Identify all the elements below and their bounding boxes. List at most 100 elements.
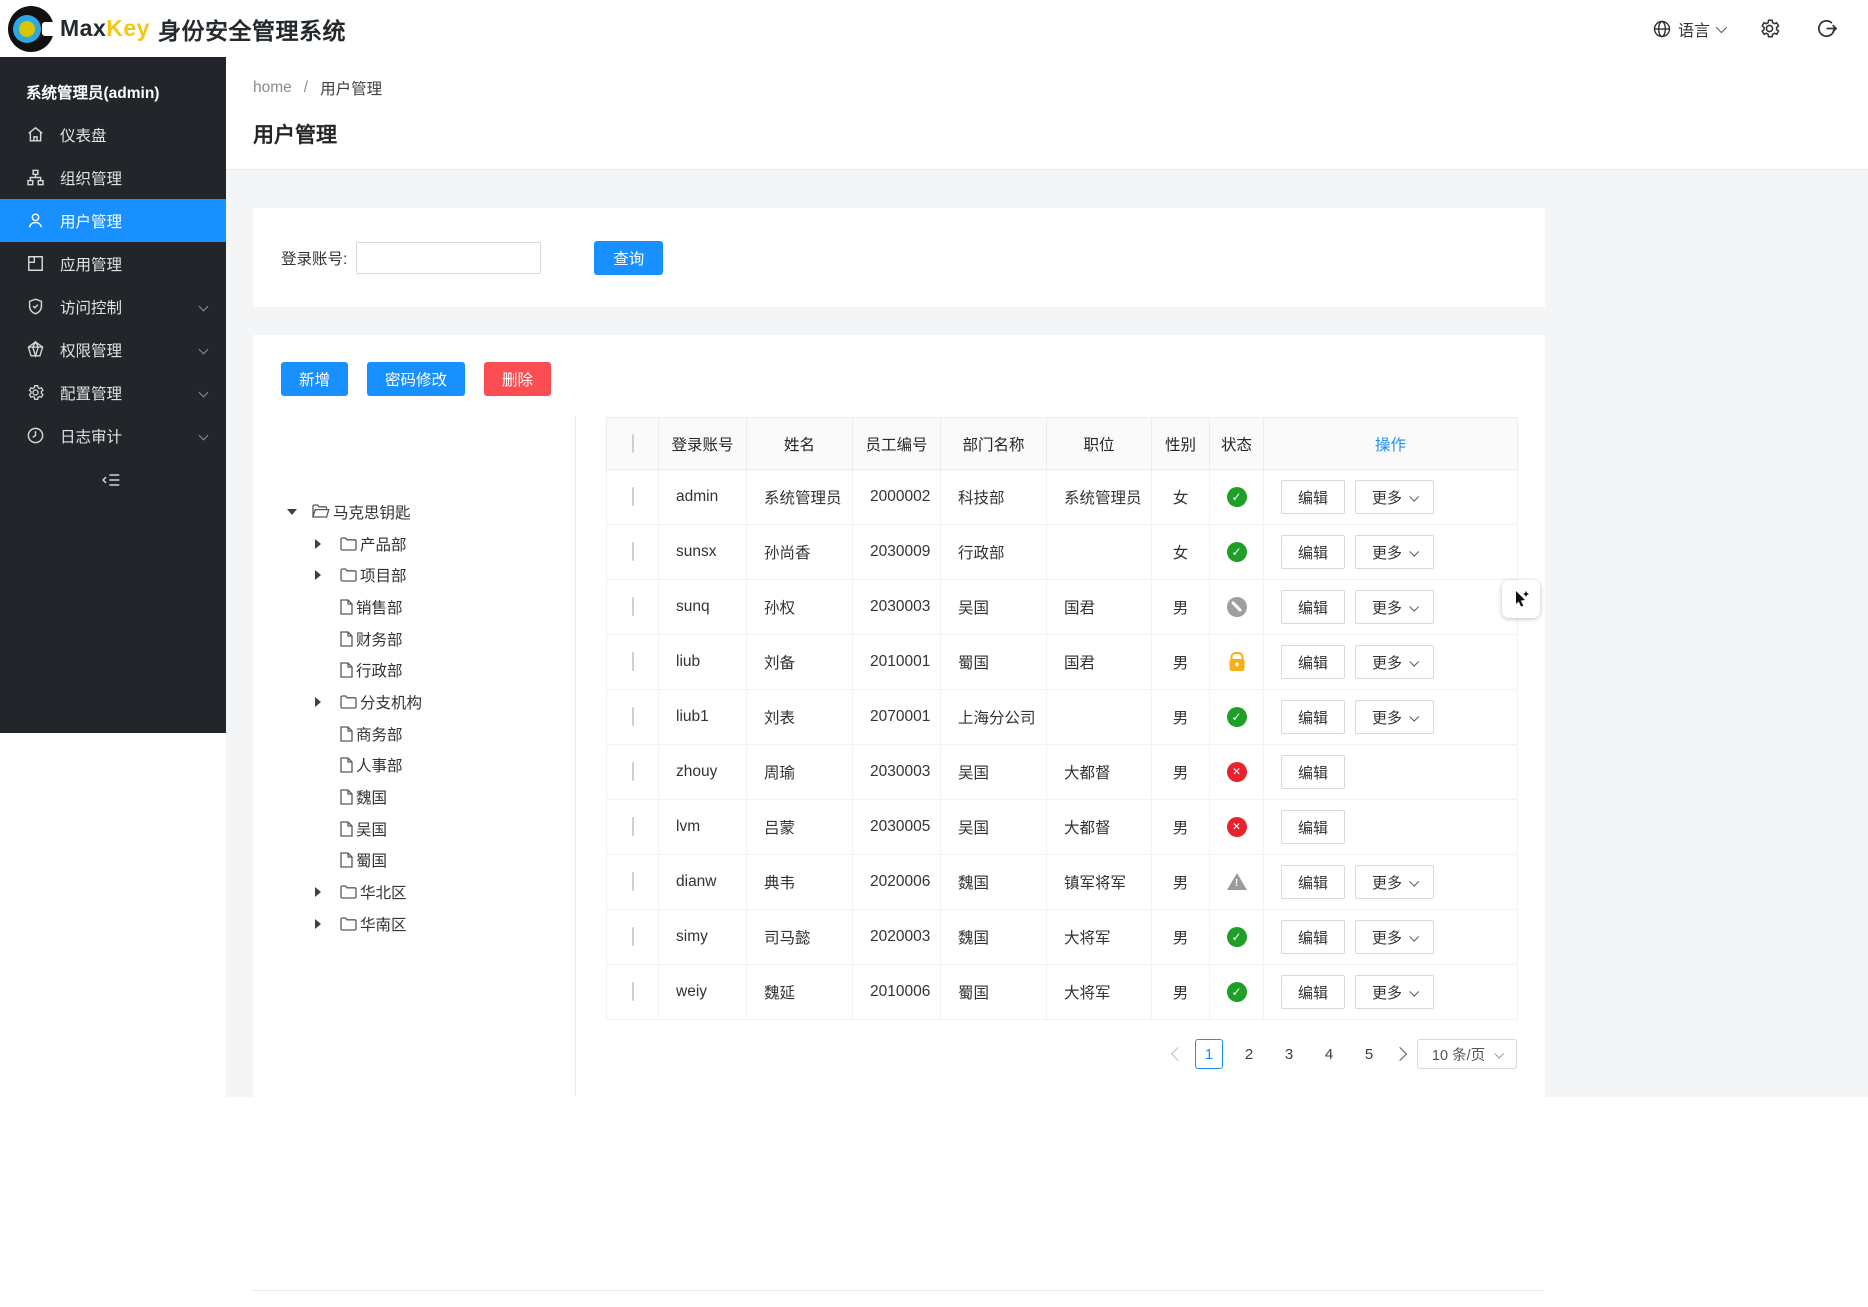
row-checkbox[interactable] <box>632 872 634 891</box>
logout-button[interactable] <box>1815 17 1838 40</box>
row-checkbox[interactable] <box>632 652 634 671</box>
table-row: zhouy 周瑜 2030003 吴国 大都督 男 编辑 <box>607 745 1518 800</box>
edit-button[interactable]: 编辑 <box>1281 700 1345 734</box>
row-checkbox[interactable] <box>632 487 634 506</box>
change-password-button[interactable]: 密码修改 <box>367 362 465 396</box>
sidebar-item-audit-log[interactable]: 日志审计 <box>0 414 226 457</box>
caret-right-icon[interactable] <box>315 919 321 929</box>
sidebar-item-label: 访问控制 <box>60 296 122 318</box>
delete-button[interactable]: 删除 <box>484 362 551 396</box>
table-row: sunsx 孙尚香 2030009 行政部 女 编辑 更多 <box>607 525 1518 580</box>
tree-node[interactable]: 产品部 <box>253 528 575 560</box>
prev-page-icon[interactable] <box>1171 1047 1185 1061</box>
edit-button[interactable]: 编辑 <box>1281 590 1345 624</box>
edit-button[interactable]: 编辑 <box>1281 920 1345 954</box>
cell-account: sunsx <box>659 525 747 580</box>
row-checkbox[interactable] <box>632 597 634 616</box>
row-checkbox[interactable] <box>632 817 634 836</box>
row-checkbox[interactable] <box>632 542 634 561</box>
tree-node[interactable]: 商务部 <box>253 718 575 750</box>
page-size-select[interactable]: 10 条/页 <box>1417 1039 1517 1069</box>
tree-node[interactable]: 人事部 <box>253 750 575 782</box>
tree-node[interactable]: 华北区 <box>253 876 575 908</box>
more-label: 更多 <box>1372 707 1402 728</box>
file-icon <box>340 852 353 868</box>
page-number-2[interactable]: 2 <box>1235 1039 1263 1069</box>
sidebar-item-label: 仪表盘 <box>60 124 107 146</box>
edit-button[interactable]: 编辑 <box>1281 535 1345 569</box>
more-label: 更多 <box>1372 487 1402 508</box>
brand-suffix: 身份安全管理系统 <box>158 12 346 46</box>
page-number-1[interactable]: 1 <box>1195 1039 1223 1069</box>
sidebar-item-access-control[interactable]: 访问控制 <box>0 285 226 328</box>
row-checkbox[interactable] <box>632 982 634 1001</box>
tree-node[interactable]: 蜀国 <box>253 845 575 877</box>
cell-account: weiy <box>659 965 747 1020</box>
caret-right-icon[interactable] <box>315 697 321 707</box>
file-icon <box>340 662 353 678</box>
edit-button[interactable]: 编辑 <box>1281 865 1345 899</box>
query-button[interactable]: 查询 <box>594 241 663 275</box>
sidebar-item-dashboard[interactable]: 仪表盘 <box>0 113 226 156</box>
sidebar-item-applications[interactable]: 应用管理 <box>0 242 226 285</box>
edit-button[interactable]: 编辑 <box>1281 810 1345 844</box>
caret-right-icon[interactable] <box>315 570 321 580</box>
cell-department: 吴国 <box>941 800 1047 855</box>
select-all-checkbox[interactable] <box>632 434 634 453</box>
more-button[interactable]: 更多 <box>1355 535 1434 569</box>
sidebar-item-organization[interactable]: 组织管理 <box>0 156 226 199</box>
edit-button[interactable]: 编辑 <box>1281 480 1345 514</box>
page-number-5[interactable]: 5 <box>1355 1039 1383 1069</box>
more-button[interactable]: 更多 <box>1355 700 1434 734</box>
tree-node[interactable]: 销售部 <box>253 591 575 623</box>
tree-node-root[interactable]: 马克思钥匙 <box>253 496 575 528</box>
tree-node[interactable]: 财务部 <box>253 623 575 655</box>
more-button[interactable]: 更多 <box>1355 645 1434 679</box>
edit-button[interactable]: 编辑 <box>1281 975 1345 1009</box>
tree-node[interactable]: 魏国 <box>253 781 575 813</box>
cell-title <box>1047 690 1152 745</box>
caret-right-icon[interactable] <box>315 887 321 897</box>
cell-account: sunq <box>659 580 747 635</box>
cell-title: 大将军 <box>1047 910 1152 965</box>
row-checkbox[interactable] <box>632 927 634 946</box>
status-warning-icon <box>1227 872 1247 892</box>
page-number-4[interactable]: 4 <box>1315 1039 1343 1069</box>
chevron-down-icon <box>1494 1048 1504 1058</box>
more-button[interactable]: 更多 <box>1355 480 1434 514</box>
sidebar-item-users[interactable]: 用户管理 <box>0 199 226 242</box>
org-icon <box>26 168 45 187</box>
add-button[interactable]: 新增 <box>281 362 348 396</box>
edit-button[interactable]: 编辑 <box>1281 755 1345 789</box>
settings-button[interactable] <box>1758 17 1781 40</box>
cell-name: 周瑜 <box>747 745 853 800</box>
cell-employee-no: 2020003 <box>853 910 941 965</box>
page-number-3[interactable]: 3 <box>1275 1039 1303 1069</box>
row-checkbox[interactable] <box>632 707 634 726</box>
account-input[interactable] <box>356 242 541 274</box>
breadcrumb-current: 用户管理 <box>320 77 382 99</box>
row-checkbox[interactable] <box>632 762 634 781</box>
more-button[interactable]: 更多 <box>1355 975 1434 1009</box>
sidebar-item-permissions[interactable]: 权限管理 <box>0 328 226 371</box>
tree-node[interactable]: 项目部 <box>253 559 575 591</box>
more-label: 更多 <box>1372 927 1402 948</box>
tree-node[interactable]: 吴国 <box>253 813 575 845</box>
next-page-icon[interactable] <box>1393 1047 1407 1061</box>
more-button[interactable]: 更多 <box>1355 865 1434 899</box>
more-button[interactable]: 更多 <box>1355 920 1434 954</box>
sidebar-collapse-button[interactable] <box>0 471 226 494</box>
breadcrumb-home-link[interactable]: home <box>253 79 292 97</box>
tree-node[interactable]: 华南区 <box>253 908 575 940</box>
caret-right-icon[interactable] <box>315 539 321 549</box>
sidebar-item-configuration[interactable]: 配置管理 <box>0 371 226 414</box>
caret-down-icon[interactable] <box>287 509 297 515</box>
edit-button[interactable]: 编辑 <box>1281 645 1345 679</box>
more-button[interactable]: 更多 <box>1355 590 1434 624</box>
cell-gender: 男 <box>1152 855 1210 910</box>
tree-node[interactable]: 行政部 <box>253 654 575 686</box>
language-selector[interactable]: 语言 <box>1652 17 1724 41</box>
tree-node[interactable]: 分支机构 <box>253 686 575 718</box>
column-header-title: 职位 <box>1047 418 1152 470</box>
page-size-label: 10 条/页 <box>1432 1044 1485 1065</box>
